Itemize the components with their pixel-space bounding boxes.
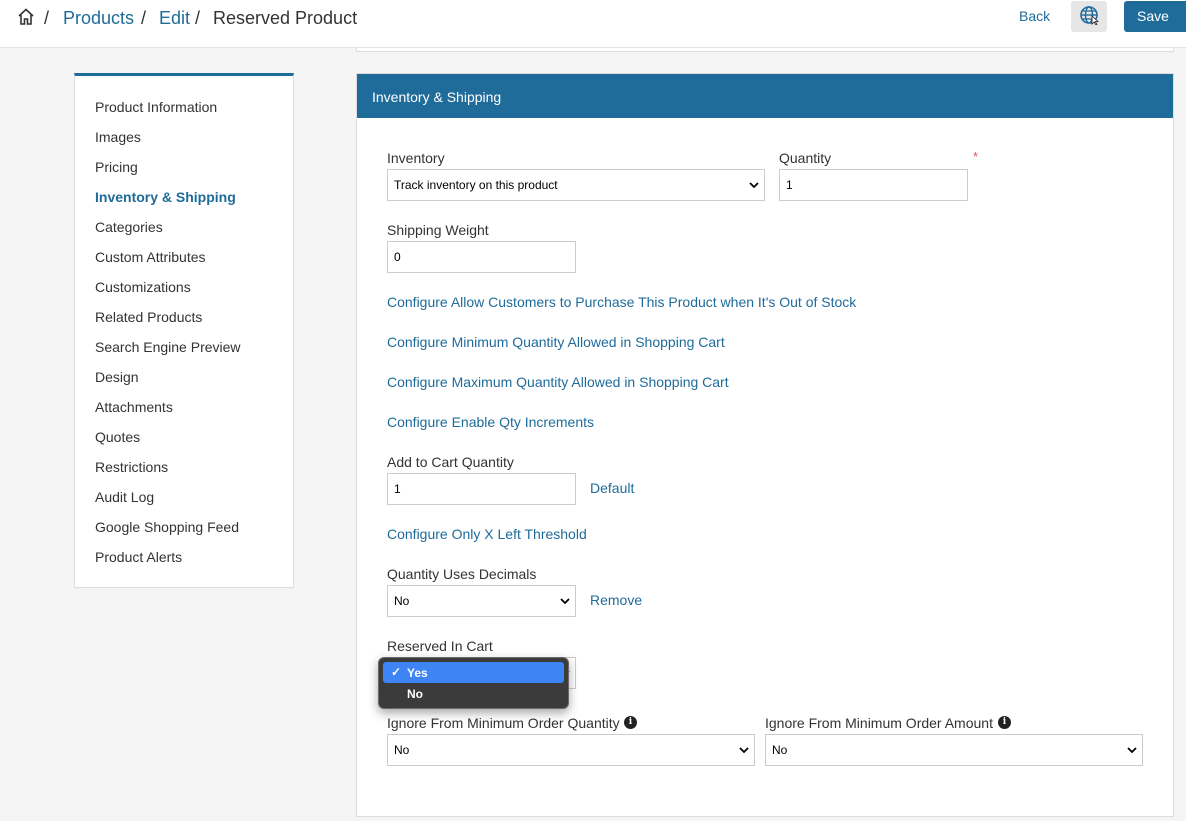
language-button[interactable] bbox=[1071, 1, 1107, 32]
ignore-min-qty-label: Ignore From Minimum Order Quantity bbox=[387, 715, 620, 731]
ignore-min-amount-select-value: No bbox=[772, 743, 788, 757]
dropdown-option-no[interactable]: No bbox=[383, 683, 564, 704]
default-link[interactable]: Default bbox=[590, 480, 634, 496]
option-label: No bbox=[407, 687, 423, 701]
add-to-cart-qty-label: Add to Cart Quantity bbox=[387, 454, 514, 470]
breadcrumb-separator: / bbox=[195, 8, 201, 28]
inventory-label: Inventory bbox=[387, 150, 445, 166]
sidebar-item-pricing[interactable]: Pricing bbox=[95, 159, 138, 175]
sidebar-item-categories[interactable]: Categories bbox=[95, 219, 163, 235]
required-indicator: * bbox=[973, 149, 979, 164]
dropdown-option-yes[interactable]: ✓ Yes bbox=[383, 662, 564, 683]
chevron-down-icon bbox=[1127, 747, 1137, 754]
back-link[interactable]: Back bbox=[1019, 8, 1050, 24]
inventory-select[interactable]: Track inventory on this product bbox=[387, 169, 765, 201]
quantity-label: Quantity bbox=[779, 150, 832, 166]
checkmark-icon: ✓ bbox=[391, 665, 402, 679]
reserved-in-cart-dropdown: ✓ Yes No bbox=[378, 657, 569, 709]
qty-decimals-select[interactable]: No bbox=[387, 585, 576, 617]
top-header: / Products / Edit / Reserved Product Bac… bbox=[0, 0, 1186, 48]
ignore-min-amount-select[interactable]: No bbox=[765, 734, 1143, 766]
ignore-min-qty-select-value: No bbox=[394, 743, 410, 757]
shipping-weight-input[interactable]: 0 bbox=[387, 241, 576, 273]
save-button[interactable]: Save bbox=[1124, 1, 1186, 32]
chevron-down-icon bbox=[739, 747, 749, 754]
sidebar-item-restrictions[interactable]: Restrictions bbox=[95, 459, 168, 475]
chevron-down-icon bbox=[749, 182, 759, 189]
reserved-in-cart-label: Reserved In Cart bbox=[387, 638, 493, 654]
configure-only-x-left-link[interactable]: Configure Only X Left Threshold bbox=[387, 526, 587, 542]
qty-decimals-select-value: No bbox=[394, 594, 410, 608]
ignore-min-qty-select[interactable]: No bbox=[387, 734, 755, 766]
shipping-weight-label: Shipping Weight bbox=[387, 222, 489, 238]
globe-icon bbox=[1079, 5, 1100, 28]
remove-link[interactable]: Remove bbox=[590, 592, 642, 608]
sidebar-item-product-alerts[interactable]: Product Alerts bbox=[95, 549, 182, 565]
quantity-input[interactable]: 1 bbox=[779, 169, 968, 201]
sidebar-item-design[interactable]: Design bbox=[95, 369, 139, 385]
info-icon[interactable]: i bbox=[624, 716, 637, 729]
configure-min-qty-link[interactable]: Configure Minimum Quantity Allowed in Sh… bbox=[387, 334, 725, 350]
configure-qty-increments-link[interactable]: Configure Enable Qty Increments bbox=[387, 414, 594, 430]
sidebar-item-quotes[interactable]: Quotes bbox=[95, 429, 140, 445]
qty-decimals-label: Quantity Uses Decimals bbox=[387, 566, 537, 582]
sidebar-item-search-engine-preview[interactable]: Search Engine Preview bbox=[95, 339, 241, 355]
home-icon[interactable] bbox=[16, 7, 36, 27]
sidebar-item-customizations[interactable]: Customizations bbox=[95, 279, 191, 295]
sidebar-item-google-shopping-feed[interactable]: Google Shopping Feed bbox=[95, 519, 239, 535]
breadcrumb-separator: / bbox=[44, 8, 50, 28]
panel-title: Inventory & Shipping bbox=[357, 74, 1173, 118]
sidebar-item-images[interactable]: Images bbox=[95, 129, 141, 145]
section-sidebar: Product Information Images Pricing Inven… bbox=[74, 73, 294, 588]
option-label: Yes bbox=[407, 666, 428, 680]
sidebar-item-custom-attributes[interactable]: Custom Attributes bbox=[95, 249, 206, 265]
configure-out-of-stock-link[interactable]: Configure Allow Customers to Purchase Th… bbox=[387, 294, 856, 310]
add-to-cart-qty-input[interactable]: 1 bbox=[387, 473, 576, 505]
ignore-min-amount-label: Ignore From Minimum Order Amount bbox=[765, 715, 993, 731]
chevron-down-icon bbox=[560, 598, 570, 605]
sidebar-item-attachments[interactable]: Attachments bbox=[95, 399, 173, 415]
sidebar-item-product-information[interactable]: Product Information bbox=[95, 99, 217, 115]
inventory-select-value: Track inventory on this product bbox=[394, 178, 558, 192]
configure-max-qty-link[interactable]: Configure Maximum Quantity Allowed in Sh… bbox=[387, 374, 729, 390]
breadcrumb-edit-link[interactable]: Edit bbox=[159, 8, 190, 29]
previous-panel-edge bbox=[356, 48, 1174, 52]
breadcrumb-separator: / bbox=[141, 8, 147, 28]
breadcrumb-products-link[interactable]: Products bbox=[63, 8, 134, 29]
sidebar-item-audit-log[interactable]: Audit Log bbox=[95, 489, 154, 505]
sidebar-item-related-products[interactable]: Related Products bbox=[95, 309, 202, 325]
page-title: Reserved Product bbox=[213, 8, 358, 28]
info-icon[interactable]: i bbox=[998, 716, 1011, 729]
sidebar-item-inventory-shipping[interactable]: Inventory & Shipping bbox=[95, 189, 236, 205]
